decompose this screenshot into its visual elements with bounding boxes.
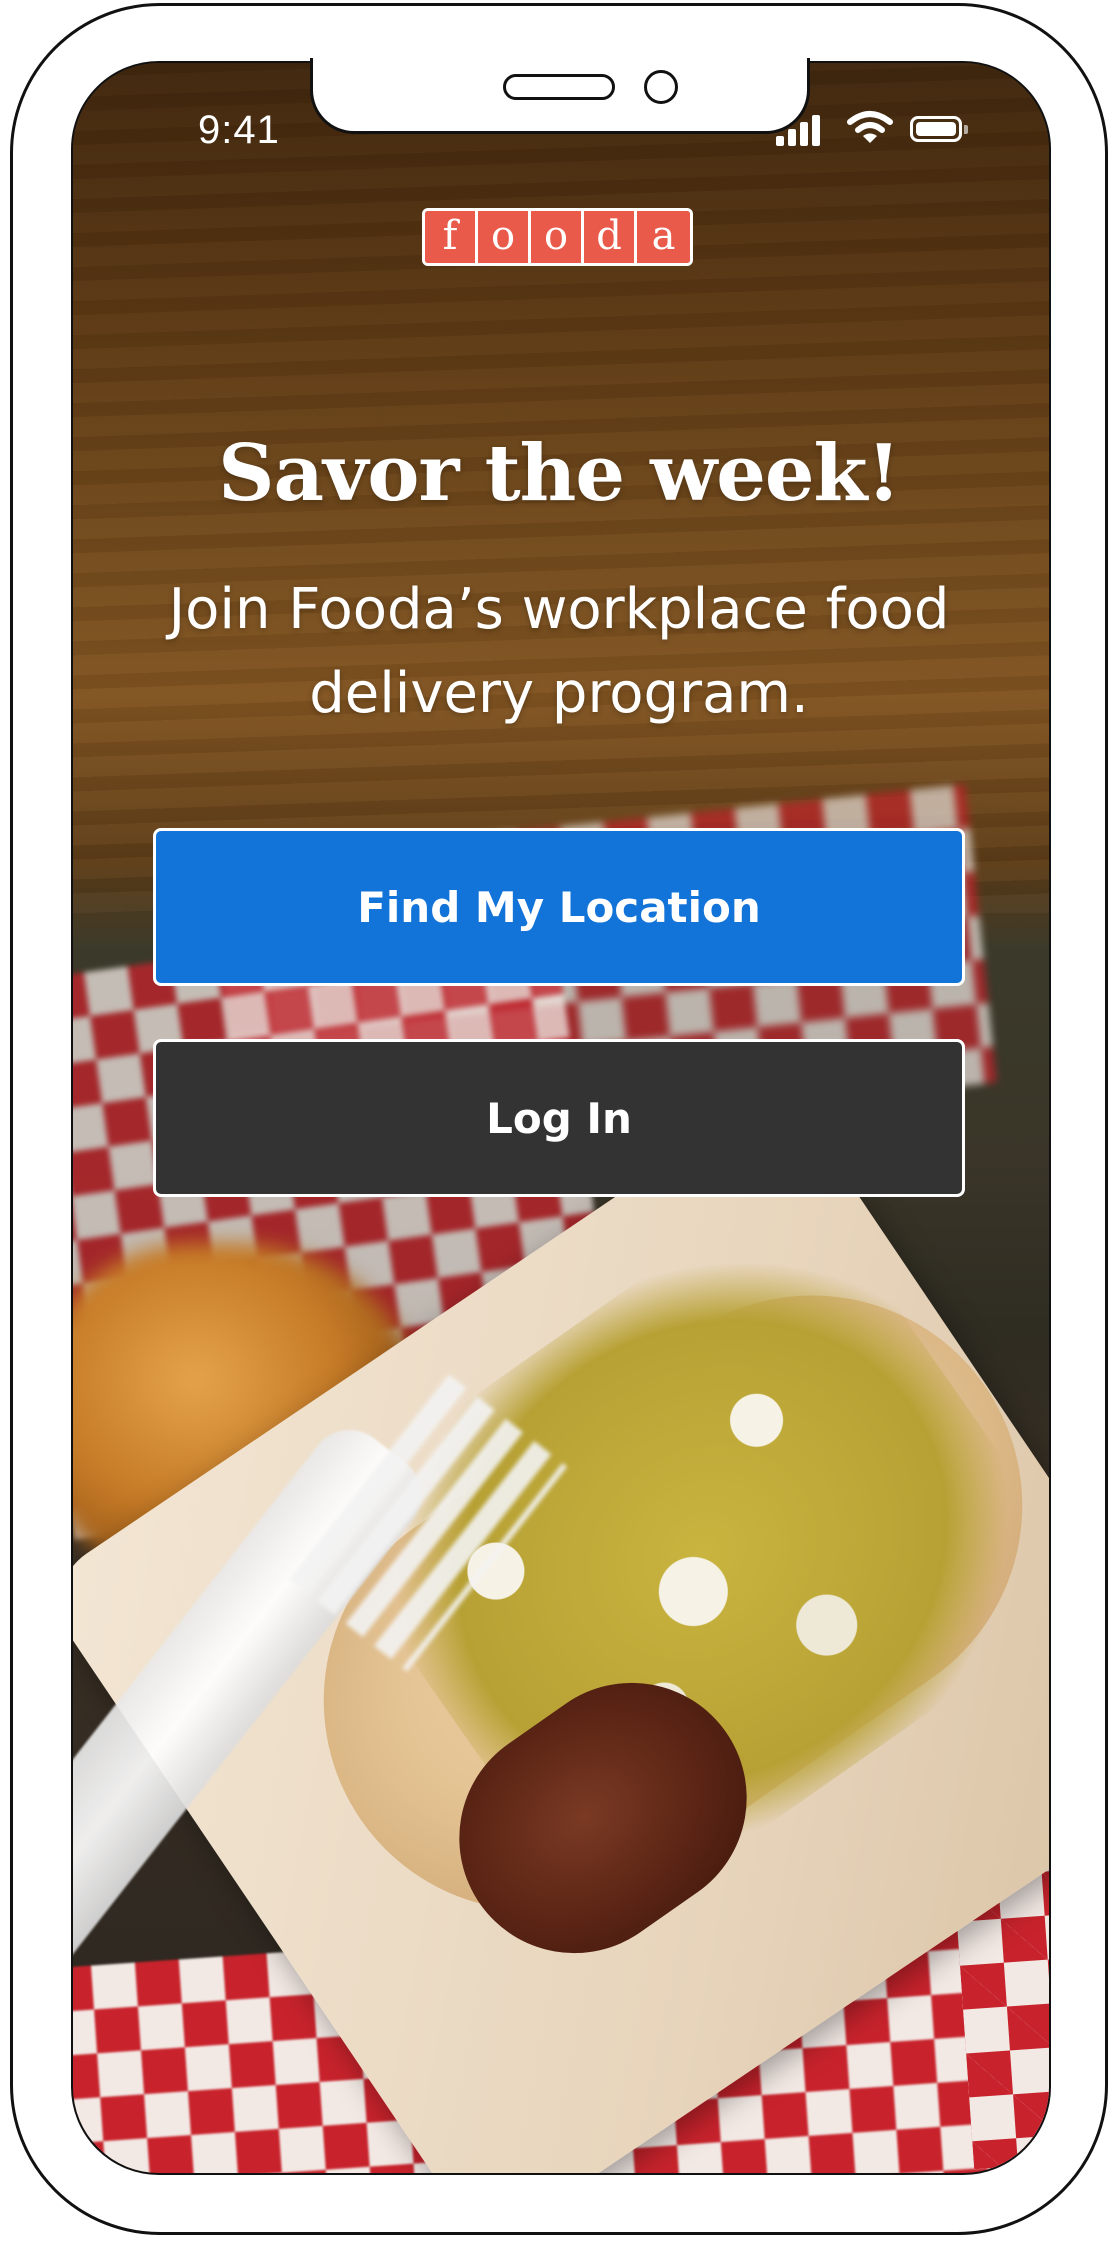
battery-icon — [910, 116, 968, 142]
log-in-button[interactable]: Log In — [153, 1039, 965, 1197]
speaker-grille — [503, 74, 615, 100]
logo-letter: d — [584, 211, 637, 263]
logo-letter: a — [637, 211, 690, 263]
find-my-location-button[interactable]: Find My Location — [153, 828, 965, 986]
logo-letter: o — [531, 211, 584, 263]
signal-icon — [776, 110, 826, 146]
page-title: Savor the week! — [218, 428, 901, 519]
phone-notch — [310, 58, 810, 134]
logo-letter: o — [478, 211, 531, 263]
fooda-logo: f o o d a — [422, 208, 693, 266]
status-icons — [776, 110, 976, 150]
front-camera — [644, 70, 678, 104]
status-time: 9:41 — [198, 108, 280, 152]
logo-letter: f — [425, 211, 478, 263]
page-subtitle: Join Fooda’s workplace food delivery pro… — [168, 577, 950, 726]
wifi-icon — [847, 111, 893, 143]
